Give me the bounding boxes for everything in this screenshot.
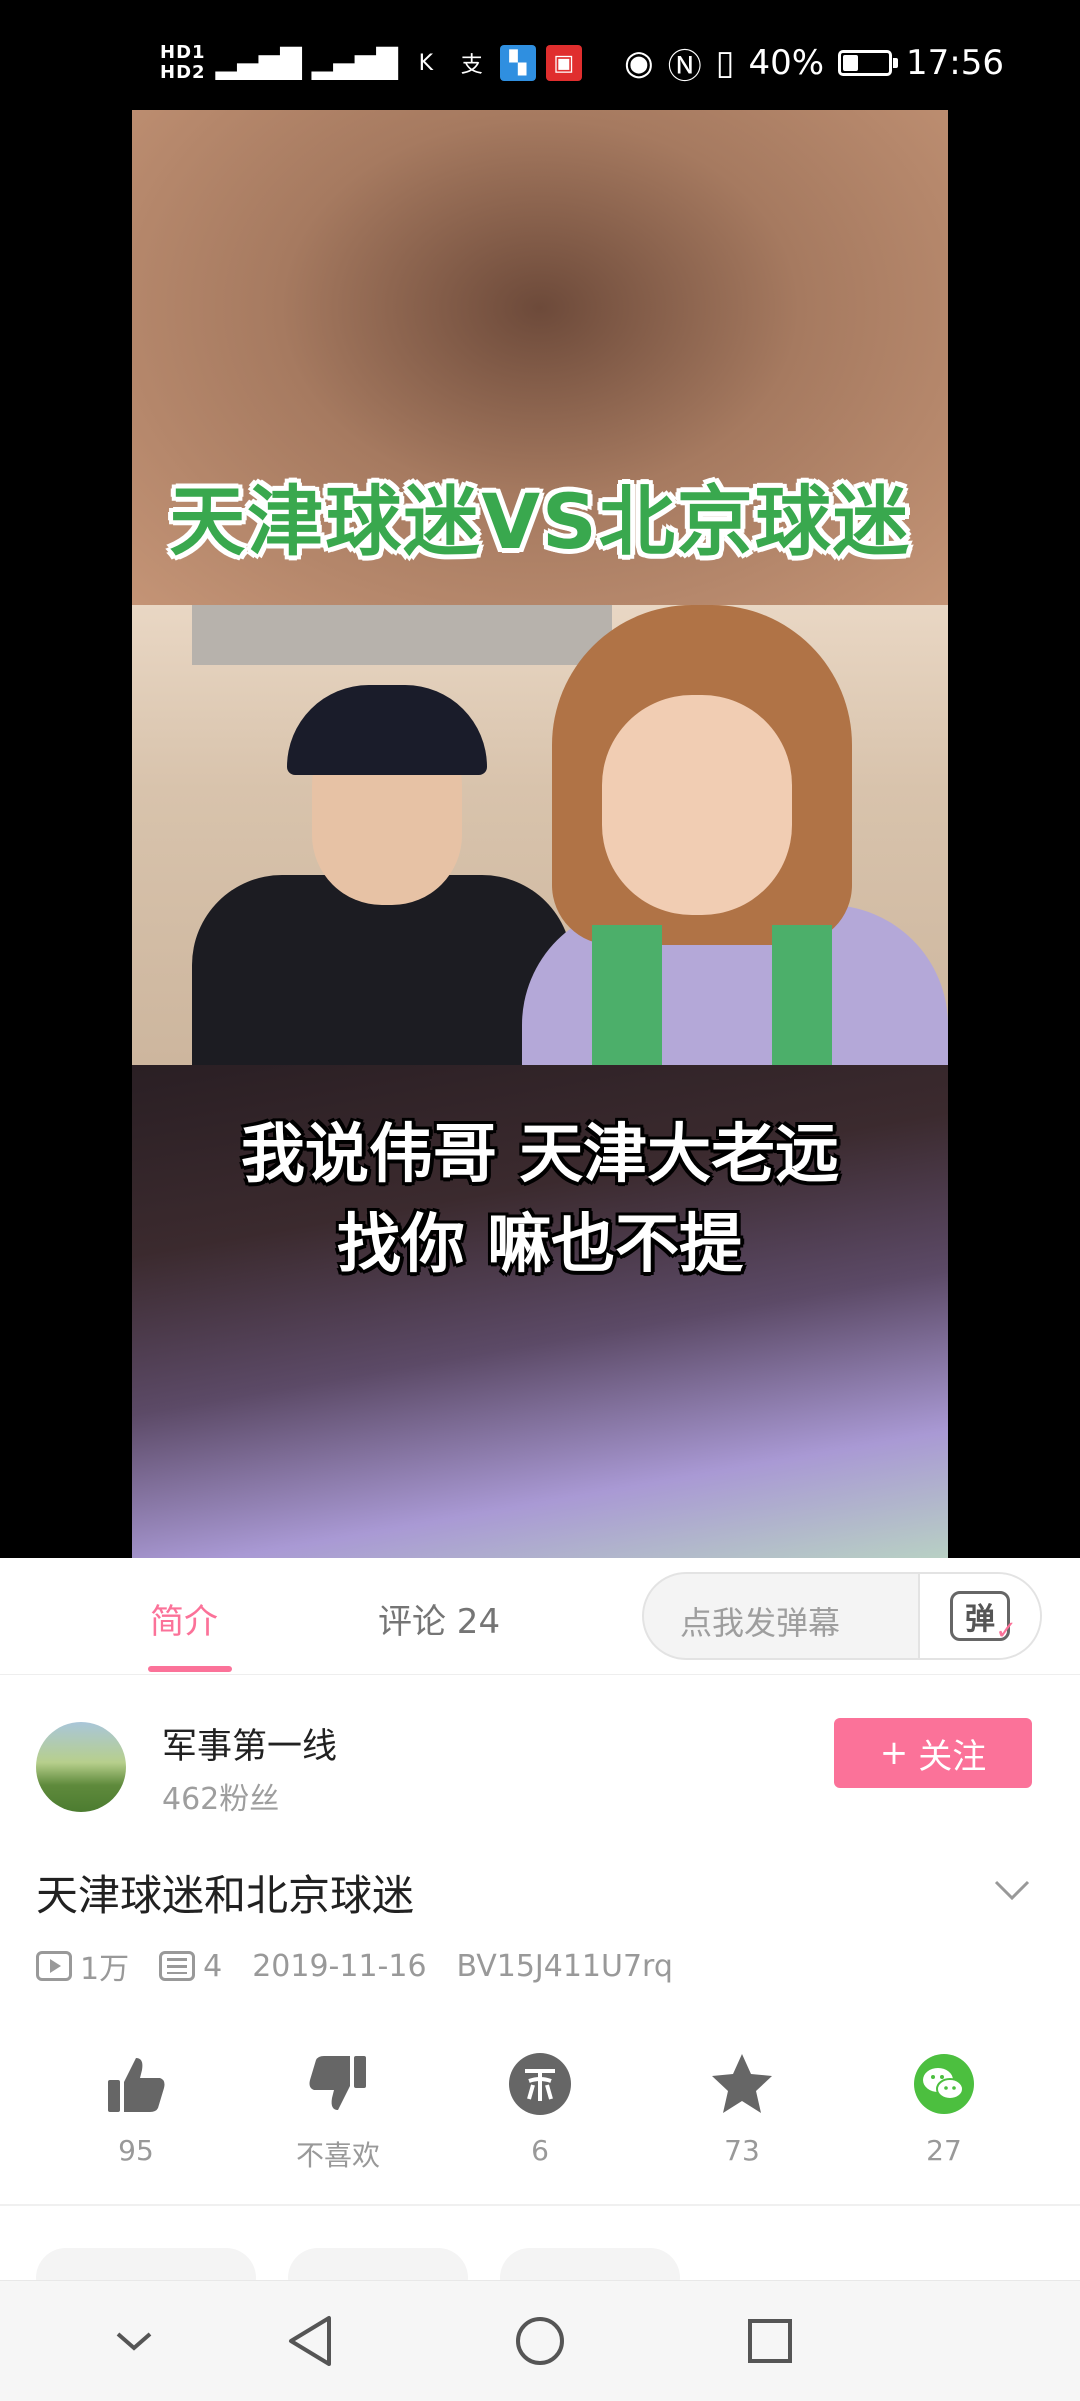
status-left: HD1 HD2 ▂▄▆█ ▂▄▆█ K 支 ▚ ▣ [160, 38, 582, 88]
home-circle-icon [516, 2317, 564, 2365]
recents-square-icon [748, 2319, 792, 2363]
divider [0, 2204, 1080, 2206]
battery-icon [838, 50, 899, 76]
tab-underline [148, 1666, 232, 1672]
follow-label: 关注 [918, 1736, 987, 1777]
coin-icon [509, 2053, 571, 2115]
tab-intro[interactable]: 简介 [150, 1594, 218, 1643]
news-app-icon: ▣ [545, 45, 582, 81]
signal-icon: ▂▄▆█ [215, 46, 302, 80]
share-wechat-button[interactable]: 27 [864, 2050, 1024, 2167]
uploader-section: 军事第一线 462粉丝 + 关注 [0, 1690, 1080, 1830]
video-frame: 天津球迷VS北京球迷 我说伟哥 天津大老远 找你 嘛也不提 [132, 110, 948, 1558]
hd-indicator: HD1 HD2 [160, 42, 206, 83]
uploader-fans: 462粉丝 [162, 1782, 280, 1817]
detail-tabs: 简介 评论 24 点我发弹幕 弹 ✓ [0, 1558, 1080, 1675]
chevron-down-icon [116, 2332, 152, 2351]
coin-count: 6 [531, 2134, 549, 2167]
chevron-down-icon[interactable] [992, 1874, 1032, 1904]
danmaku-count-icon [159, 1951, 196, 1981]
danmaku-input[interactable]: 点我发弹幕 [680, 1598, 840, 1644]
action-bar: 95 不喜欢 6 73 27 [0, 2040, 1080, 2200]
person-left [192, 645, 572, 1065]
play-count-icon [36, 1951, 72, 1981]
nav-recents-button[interactable] [740, 2311, 800, 2371]
back-triangle-icon [289, 2316, 331, 2366]
eye-icon: ◉ [624, 43, 654, 83]
video-headline-caption: 天津球迷VS北京球迷 [169, 477, 911, 566]
thumb-up-icon [108, 2058, 165, 2112]
nav-back-button[interactable] [280, 2311, 340, 2371]
dislike-label: 不喜欢 [295, 2139, 380, 2172]
star-icon [712, 2054, 772, 2113]
status-bar: HD1 HD2 ▂▄▆█ ▂▄▆█ K 支 ▚ ▣ ◉ Ⓝ ▯ 40% 17:5… [0, 0, 1080, 110]
share-count: 27 [926, 2134, 962, 2167]
battery-percent: 40% [748, 43, 825, 83]
video-player[interactable]: 天津球迷VS北京球迷 我说伟哥 天津大老远 找你 嘛也不提 [0, 110, 1080, 1558]
uploader-avatar[interactable] [36, 1722, 126, 1812]
like-count: 95 [118, 2134, 154, 2167]
favorite-button[interactable]: 73 [662, 2050, 822, 2167]
thumb-down-icon [309, 2056, 366, 2110]
uploader-name[interactable]: 军事第一线 [162, 1718, 337, 1769]
nav-home-button[interactable] [510, 2311, 570, 2371]
danmaku-send-box[interactable]: 点我发弹幕 弹 ✓ [642, 1572, 1042, 1660]
clock: 17:56 [906, 43, 1004, 83]
nfc-icon: Ⓝ [667, 46, 702, 87]
alipay-icon: 支 [460, 53, 483, 78]
like-button[interactable]: 95 [56, 2050, 216, 2167]
person-right [522, 605, 948, 1065]
video-subtitle: 我说伟哥 天津大老远 找你 嘛也不提 [240, 1118, 840, 1282]
status-right: ◉ Ⓝ ▯ 40% 17:56 [624, 38, 1004, 88]
dislike-button[interactable]: 不喜欢 [258, 2050, 418, 2174]
danmaku-toggle-button[interactable]: 弹 ✓ [918, 1574, 1040, 1658]
danmaku-stat: 4 [159, 1949, 222, 1984]
wechat-icon [914, 2054, 974, 2114]
bvid: BV15J411U7rq [456, 1948, 673, 1984]
map-app-icon: ▚ [499, 45, 536, 81]
coin-button[interactable]: 6 [460, 2050, 620, 2167]
vibrate-icon: ▯ [715, 43, 735, 83]
video-title: 天津球迷和北京球迷 [36, 1871, 415, 1920]
follow-button[interactable]: + 关注 [834, 1718, 1032, 1788]
plus-icon: + [879, 1733, 909, 1773]
video-meta: 1万 4 2019-11-16 BV15J411U7rq [36, 1944, 703, 1988]
publish-date: 2019-11-16 [252, 1948, 427, 1984]
views-stat: 1万 [36, 1944, 129, 1988]
danmaku-icon: 弹 ✓ [950, 1591, 1017, 1646]
signal-icon-2: ▂▄▆█ [311, 46, 398, 80]
tab-comments[interactable]: 评论 24 [378, 1594, 500, 1643]
nav-collapse-button[interactable] [104, 2311, 164, 2371]
k-app-icon: K [418, 50, 434, 76]
video-scene [132, 605, 948, 1065]
system-nav-bar [0, 2280, 1080, 2401]
favorite-count: 73 [724, 2134, 760, 2167]
